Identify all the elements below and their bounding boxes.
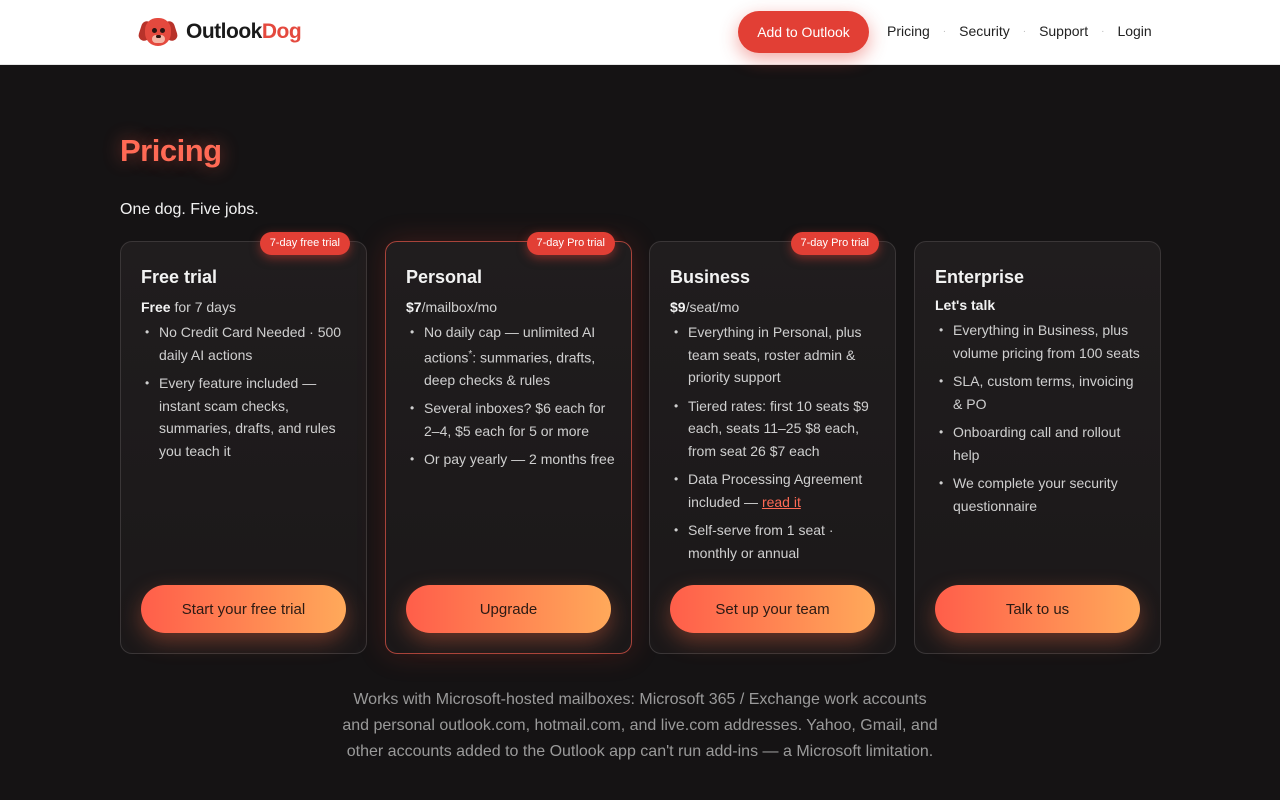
brand-name-part2: Dog [261, 20, 302, 43]
plan-price: $7/mailbox/mo [406, 299, 497, 315]
plan-feature: Everything in Personal, plus team seats,… [670, 321, 880, 389]
plan-feature: Everything in Business, plus volume pric… [935, 319, 1145, 364]
plan-feature: Onboarding call and rollout help [935, 421, 1145, 466]
plan-features: Everything in Business, plus volume pric… [935, 319, 1145, 523]
plan-price-unit: for 7 days [170, 299, 236, 315]
plan-price-amount: Let's talk [935, 297, 996, 313]
plan-feature: No daily cap — unlimited AI actions*: su… [406, 321, 616, 391]
plan-card-enterprise: Enterprise Let's talk Everything in Busi… [914, 241, 1161, 654]
plan-price-amount: Free [141, 299, 171, 315]
plan-feature: Several inboxes? $6 each for 2–4, $5 eac… [406, 397, 616, 442]
plan-badge: 7-day Pro trial [526, 232, 615, 255]
plan-price-unit: /seat/mo [685, 299, 740, 315]
plan-feature: Tiered rates: first 10 seats $9 each, se… [670, 395, 880, 463]
nav-support[interactable]: Support [1039, 23, 1088, 39]
nav-separator: · [1101, 25, 1105, 37]
dog-logo-icon [137, 17, 179, 47]
brand-logo[interactable]: OutlookDog [137, 16, 302, 48]
add-to-outlook-button[interactable]: Add to Outlook [738, 11, 869, 53]
plan-badge: 7-day Pro trial [790, 232, 879, 255]
plan-name: Enterprise [935, 267, 1025, 287]
plan-name: Free trial [141, 267, 218, 287]
plan-card-free-trial: 7-day free trial Free trial Free for 7 d… [120, 232, 367, 654]
plan-name: Business [670, 267, 751, 287]
plan-feature: Or pay yearly — 2 months free [406, 448, 616, 471]
page-tagline: One dog. Five jobs. [120, 201, 259, 218]
set-up-team-button[interactable]: Set up your team [670, 585, 875, 633]
top-header: OutlookDog Add to Outlook Pricing · Secu… [0, 0, 1280, 65]
plan-feature: Every feature included — instant scam ch… [141, 372, 351, 462]
nav-login[interactable]: Login [1117, 23, 1151, 39]
plan-price-unit: /mailbox/mo [421, 299, 498, 315]
plan-features: No Credit Card Needed · 500 daily AI act… [141, 321, 351, 468]
compatibility-note: Works with Microsoft-hosted mailboxes: M… [342, 691, 938, 760]
nav-separator: · [942, 25, 947, 37]
plan-feature: We complete your security questionnaire [935, 472, 1145, 517]
plan-price: $9/seat/mo [670, 299, 739, 315]
plan-feature: Data Processing Agreement included — rea… [670, 468, 880, 513]
nav-pricing[interactable]: Pricing [887, 23, 930, 39]
brand-name: OutlookDog [186, 20, 302, 44]
plan-feature: SLA, custom terms, invoicing & PO [935, 370, 1145, 415]
brand-name-part1: Outlook [186, 20, 262, 43]
page-title: Pricing [120, 133, 222, 168]
plan-price-amount: $9 [670, 299, 686, 315]
plan-badge: 7-day free trial [259, 232, 350, 255]
upgrade-button[interactable]: Upgrade [406, 585, 611, 633]
nav-security[interactable]: Security [959, 23, 1010, 39]
plan-card-business: 7-day Pro trial Business $9/seat/mo Ever… [649, 232, 896, 654]
plan-feature: Self-serve from 1 seat · monthly or annu… [670, 519, 880, 564]
plan-features: Everything in Personal, plus team seats,… [670, 321, 880, 570]
top-nav: Pricing · Security · Support · Login [887, 23, 1152, 39]
plan-card-personal: 7-day Pro trial Personal $7/mailbox/mo N… [385, 232, 632, 654]
plan-features: No daily cap — unlimited AI actions*: su… [406, 321, 616, 477]
plan-price-amount: $7 [406, 299, 422, 315]
plan-price: Free for 7 days [141, 299, 236, 315]
talk-to-us-button[interactable]: Talk to us [935, 585, 1140, 633]
plan-feature: No Credit Card Needed · 500 daily AI act… [141, 321, 351, 366]
nav-separator: · [1022, 25, 1027, 37]
start-free-trial-button[interactable]: Start your free trial [141, 585, 346, 633]
plan-price: Let's talk [935, 297, 995, 313]
dpa-read-link[interactable]: read it [762, 494, 801, 510]
plan-name: Personal [406, 267, 483, 287]
